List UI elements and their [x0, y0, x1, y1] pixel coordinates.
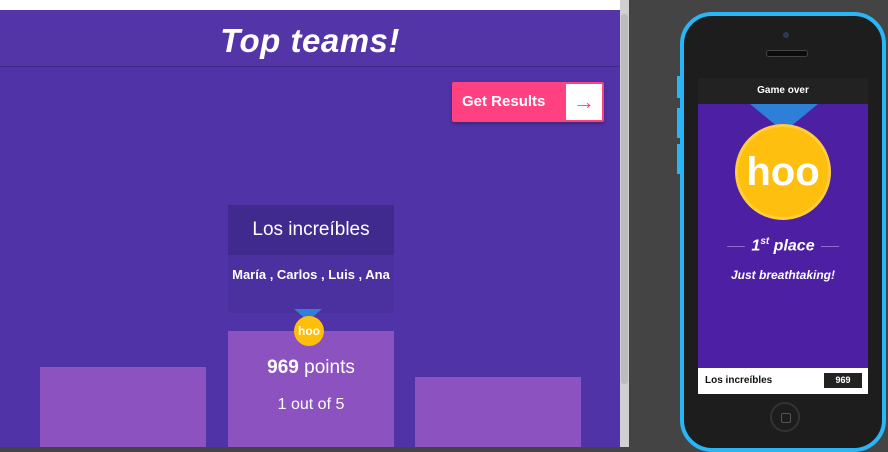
place-label: 1st place [698, 236, 868, 255]
team-members: María , Carlos , Luis , Ana [228, 255, 394, 313]
medal-large-icon: hoo [735, 124, 831, 220]
team-name: Los increíbles [228, 205, 394, 255]
medal-icon: hoo [294, 316, 324, 346]
scrollbar[interactable] [620, 0, 629, 447]
team-points: 969 points [228, 357, 394, 379]
speaker-grille [766, 50, 808, 57]
points-word: points [304, 357, 355, 378]
page-title: Top teams! [220, 22, 400, 59]
top-band [0, 0, 620, 10]
place-suffix: st [760, 236, 770, 247]
score-row: Los increíbles 969 [698, 368, 868, 394]
phone-preview: Game over hoo 1st place Just breathtakin… [677, 12, 886, 452]
score-team-name: Los increíbles [705, 375, 773, 386]
home-square-icon [781, 413, 791, 423]
phone-volume-down [677, 144, 680, 174]
podium-right [415, 377, 581, 447]
phone-volume-up [677, 108, 680, 138]
scrollbar-thumb[interactable] [621, 14, 628, 384]
phone-header: Game over [698, 78, 868, 104]
place-word: place [773, 237, 815, 255]
place-number: 1 [751, 237, 761, 255]
phone-side-button [677, 76, 680, 98]
place-divider-left [727, 245, 746, 247]
title-bar: Top teams! [0, 10, 620, 67]
camera-icon [783, 32, 789, 38]
tagline: Just breathtaking! [730, 268, 835, 282]
host-screen: Top teams! Get Results → Los increíbles … [0, 0, 620, 447]
get-results-button[interactable]: Get Results → [452, 82, 604, 122]
home-button[interactable] [770, 402, 800, 432]
get-results-label: Get Results [462, 93, 546, 110]
team-rank: 1 out of 5 [277, 396, 345, 413]
phone-screen: Game over hoo 1st place Just breathtakin… [698, 78, 868, 394]
podium-left [40, 367, 206, 447]
place-divider-right [820, 245, 839, 247]
points-value: 969 [267, 357, 299, 378]
podium-first-place [228, 331, 394, 447]
arrow-right-icon: → [566, 84, 602, 120]
score-points-badge: 969 [824, 373, 862, 388]
